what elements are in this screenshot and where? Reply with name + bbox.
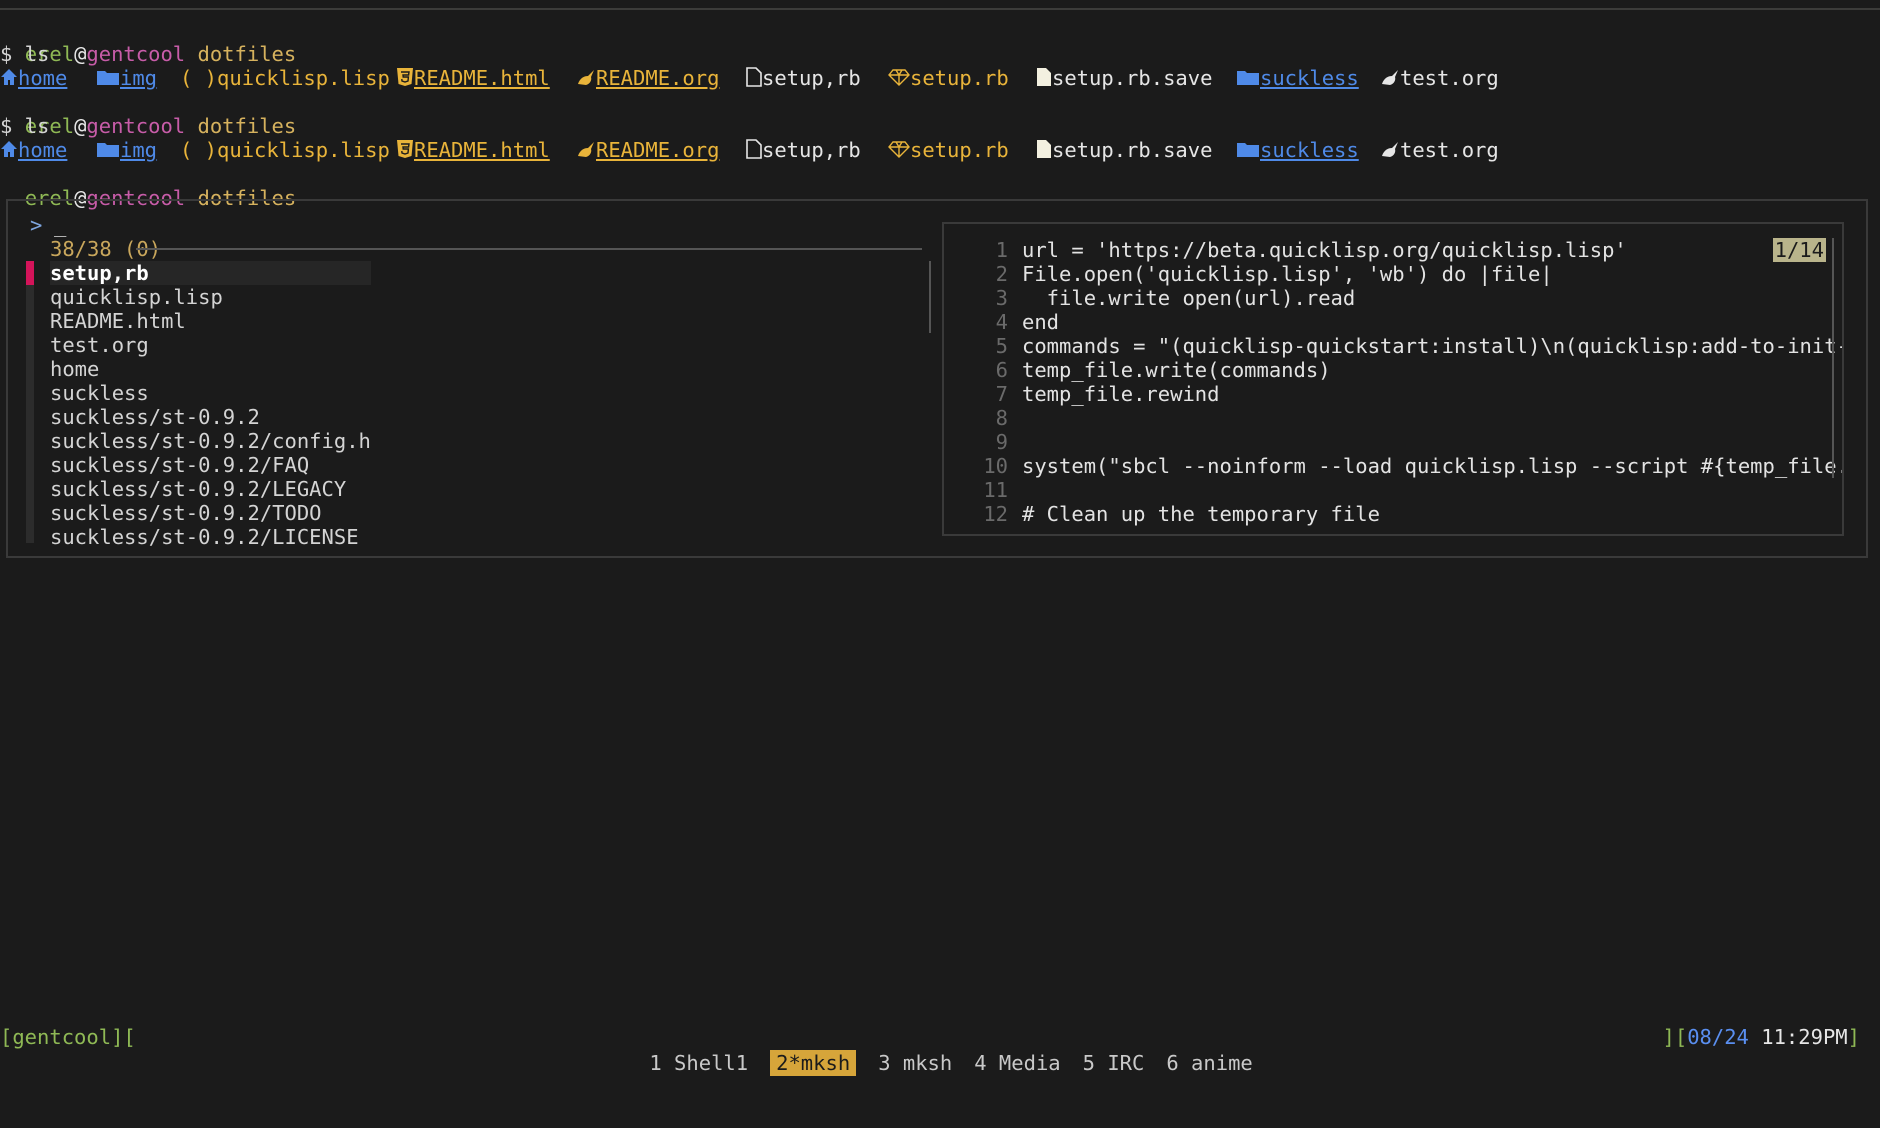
code-line: 10 system("sbcl --noinform --load quickli… xyxy=(983,454,1844,478)
code-line: 4 end xyxy=(995,310,1060,334)
home-icon xyxy=(0,139,18,163)
fzf-scrollbar[interactable] xyxy=(929,261,931,333)
ruby-gem-icon xyxy=(888,67,910,91)
ls-item-suckless: suckless xyxy=(1236,66,1359,91)
code-line: 11 xyxy=(983,478,1008,502)
fzf-result-item[interactable]: home xyxy=(50,357,371,381)
preview-code: 1 url = 'https://beta.quicklisp.org/quick… xyxy=(980,238,1844,526)
code-line: 5 commands = "(quicklisp-quickstart:insta… xyxy=(995,334,1844,358)
ls-item-readme-html: README.html xyxy=(396,138,550,164)
code-line: 3 file.write open(url).read xyxy=(995,286,1356,310)
ls-item-setup-rb: setup.rb xyxy=(888,66,1009,91)
ls-item-quicklisp: ( )quicklisp.lisp xyxy=(180,66,390,90)
home-icon xyxy=(0,67,18,91)
file-icon xyxy=(1036,139,1052,164)
fzf-result-item[interactable]: suckless/st-0.9.2/config.h xyxy=(50,429,371,453)
org-unicorn-icon xyxy=(1380,67,1400,91)
fzf-result-item[interactable]: README.html xyxy=(50,309,371,333)
code-line: 2 File.open('quicklisp.lisp', 'wb') do |f… xyxy=(995,262,1553,286)
command-line-2: $ ls xyxy=(0,114,50,138)
status-clock: ][08/24 11:29PM] xyxy=(1662,1025,1861,1049)
ls-item-test-org: test.org xyxy=(1380,66,1499,91)
file-icon xyxy=(746,66,762,92)
fzf-selection-marker xyxy=(26,261,34,285)
ls-output-row-1: home img ( )quicklisp.lisp README.html R… xyxy=(0,66,1499,90)
file-icon xyxy=(746,138,762,164)
tab-irc[interactable]: 5 IRC xyxy=(1083,1050,1145,1076)
lisp-parens-icon: ( ) xyxy=(180,138,218,162)
prompt-host: gentcool xyxy=(86,42,186,66)
fzf-result-item[interactable]: quicklisp.lisp xyxy=(50,285,371,309)
prompt-cwd: dotfiles xyxy=(197,42,297,66)
tab-mksh[interactable]: 3 mksh xyxy=(878,1050,952,1076)
fzf-query-input[interactable]: _ xyxy=(54,213,66,237)
top-border xyxy=(0,8,1880,10)
ls-item-home: home xyxy=(0,66,67,91)
ls-output-row-2: home img ( )quicklisp.lisp README.html R… xyxy=(0,138,1499,162)
folder-icon xyxy=(96,139,120,163)
ls-item-quicklisp: ( )quicklisp.lisp xyxy=(180,138,390,162)
prompt-line-2: erel@gentcool dotfiles xyxy=(24,114,297,138)
ls-item-setup-comma-rb: setup,rb xyxy=(746,138,861,164)
status-time: 11:29PM xyxy=(1761,1025,1848,1049)
code-line: 8 xyxy=(995,406,1008,430)
fzf-gutter xyxy=(26,261,34,543)
code-line: 12 # Clean up the temporary file xyxy=(983,502,1380,526)
ls-item-setup-rb-save: setup.rb.save xyxy=(1036,66,1212,92)
fzf-result-item[interactable]: suckless/st-0.9.2/LEGACY xyxy=(50,477,371,501)
window-tabs: 1 Shell1 2*mksh 3 mksh 4 Media 5 IRC 6 anime xyxy=(600,1024,1275,1102)
tab-shell1[interactable]: 1 Shell1 xyxy=(649,1050,748,1076)
fzf-result-list: setup,rb quicklisp.lisp README.html test… xyxy=(50,261,371,549)
fzf-result-item[interactable]: test.org xyxy=(50,333,371,357)
code-line: 9 xyxy=(995,430,1008,454)
html5-icon xyxy=(396,67,414,92)
fzf-result-item[interactable]: suckless/st-0.9.2/TODO xyxy=(50,501,371,525)
org-unicorn-icon xyxy=(576,67,596,91)
lisp-parens-icon: ( ) xyxy=(180,66,218,90)
ruby-gem-icon xyxy=(888,139,910,163)
folder-icon xyxy=(1236,67,1260,91)
fzf-result-item[interactable]: suckless/st-0.9.2/FAQ xyxy=(50,453,371,477)
code-line: 7 temp_file.rewind xyxy=(995,382,1220,406)
preview-scrollbar[interactable] xyxy=(1832,238,1834,478)
ls-item-home: home xyxy=(0,138,67,163)
ls-item-test-org: test.org xyxy=(1380,138,1499,163)
ls-item-setup-comma-rb: setup,rb xyxy=(746,66,861,92)
fzf-preview-window: 1 url = 'https://beta.quicklisp.org/quick… xyxy=(942,222,1844,536)
org-unicorn-icon xyxy=(1380,139,1400,163)
prompt-line-3: erel@gentcool dotfiles xyxy=(24,186,297,210)
tab-media[interactable]: 4 Media xyxy=(974,1050,1060,1076)
ls-item-setup-rb-save: setup.rb.save xyxy=(1036,138,1212,164)
fzf-result-item[interactable]: suckless/st-0.9.2 xyxy=(50,405,371,429)
tab-mksh-active[interactable]: 2*mksh xyxy=(770,1050,857,1076)
folder-icon xyxy=(96,67,120,91)
command-line-1: $ ls xyxy=(0,42,50,66)
code-line: 6 temp_file.write(commands) xyxy=(995,358,1331,382)
preview-position-badge: 1/14 xyxy=(1772,238,1826,262)
fzf-result-item[interactable]: suckless xyxy=(50,381,371,405)
prompt-line-1: erel@gentcool dotfiles xyxy=(0,18,297,66)
status-date: 08/24 xyxy=(1687,1025,1749,1049)
ls-item-setup-rb: setup.rb xyxy=(888,138,1009,163)
ls-item-img: img xyxy=(96,66,157,91)
screen-status-bar: [gentcool][ 1 Shell1 2*mksh 3 mksh 4 Media 5… xyxy=(0,1024,1880,1076)
file-icon xyxy=(1036,67,1052,92)
fzf-prompt-symbol: > xyxy=(30,213,43,237)
fzf-separator xyxy=(136,248,922,250)
ls-item-img: img xyxy=(96,138,157,163)
code-line: 1 url = 'https://beta.quicklisp.org/quick… xyxy=(995,238,1627,262)
ls-item-suckless: suckless xyxy=(1236,138,1359,163)
folder-icon xyxy=(1236,139,1260,163)
ls-item-readme-org: README.org xyxy=(576,138,719,163)
ls-item-readme-html: README.html xyxy=(396,66,550,92)
html5-icon xyxy=(396,139,414,164)
ls-item-readme-org: README.org xyxy=(576,66,719,91)
fzf-result-item[interactable]: suckless/st-0.9.2/LICENSE xyxy=(50,525,371,549)
fzf-result-item-selected[interactable]: setup,rb xyxy=(50,261,371,285)
status-hostname: [gentcool][ xyxy=(0,1025,136,1049)
org-unicorn-icon xyxy=(576,139,596,163)
prompt-at: @ xyxy=(74,42,87,66)
tab-anime[interactable]: 6 anime xyxy=(1166,1050,1252,1076)
